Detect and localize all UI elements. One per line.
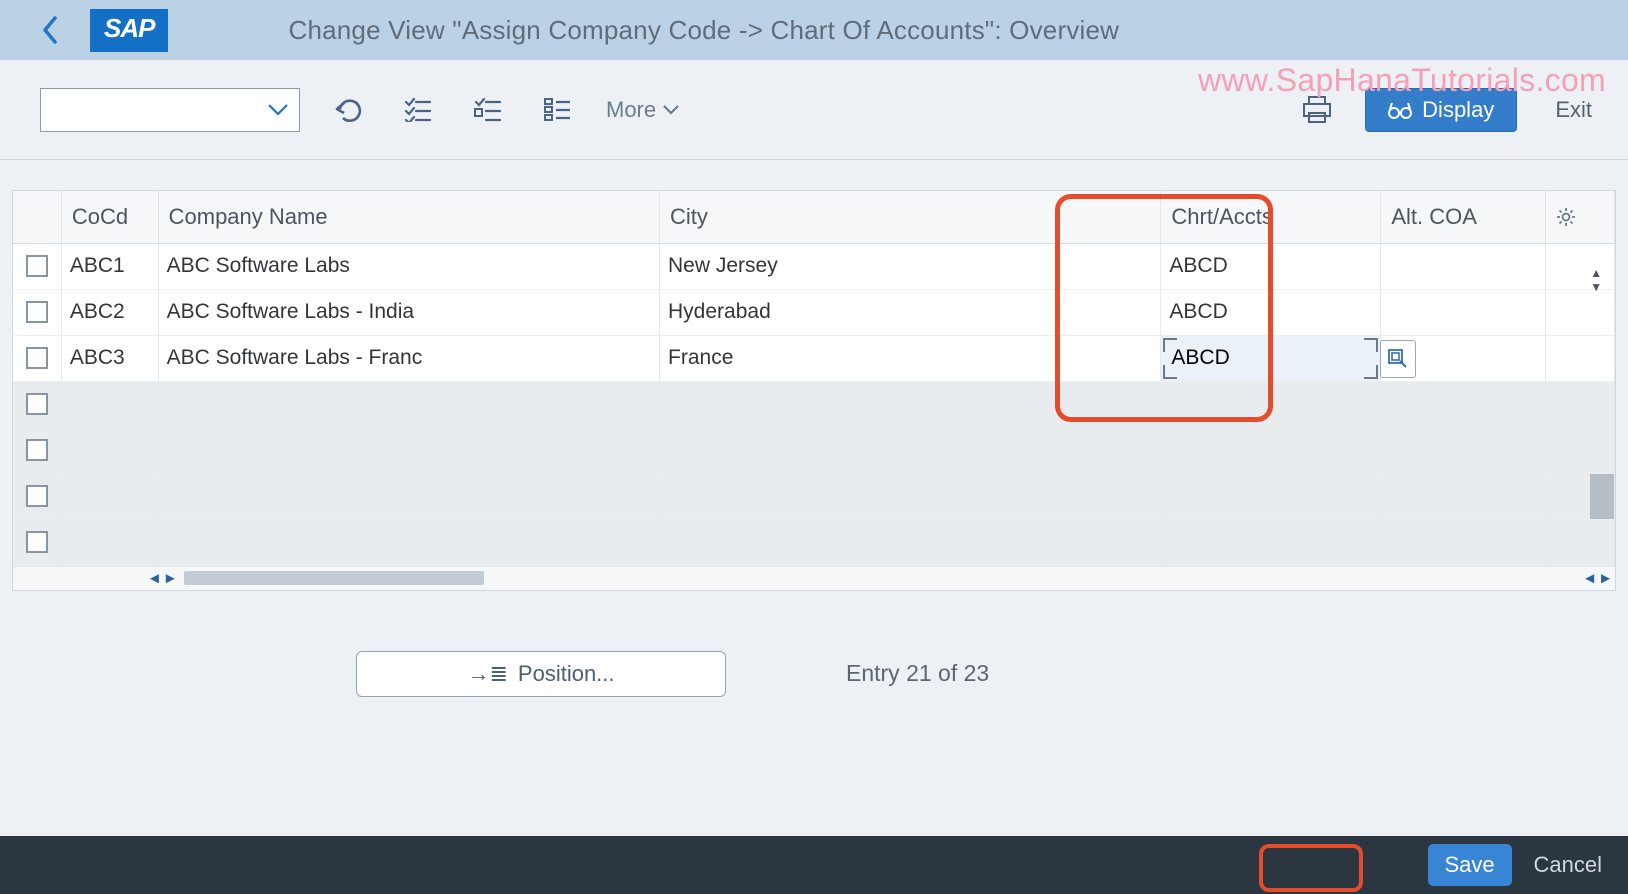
search-help-button[interactable] [1380, 340, 1416, 378]
gear-icon [1556, 207, 1576, 227]
cell-city[interactable]: France [660, 335, 1161, 381]
table-row[interactable]: ABC2ABC Software Labs - IndiaHyderabadAB… [13, 289, 1615, 335]
page-title: Change View "Assign Company Code -> Char… [288, 15, 1119, 46]
vertical-scroll-up[interactable]: ▲▼ [1590, 266, 1602, 294]
print-button[interactable] [1295, 88, 1339, 132]
search-help-icon [1388, 349, 1408, 369]
checklist-partial-icon [474, 98, 502, 122]
col-alt-coa[interactable]: Alt. COA [1381, 191, 1546, 243]
col-company[interactable]: Company Name [158, 191, 659, 243]
command-combo[interactable] [40, 88, 300, 132]
entry-counter: Entry 21 of 23 [846, 660, 989, 687]
shell-header: SAP Change View "Assign Company Code -> … [0, 0, 1628, 60]
col-cocd[interactable]: CoCd [61, 191, 158, 243]
display-button[interactable]: Display [1365, 88, 1517, 132]
cell-cocd[interactable]: ABC1 [61, 243, 158, 289]
grid-list-icon [544, 98, 572, 122]
row-checkbox[interactable] [26, 485, 48, 507]
row-checkbox[interactable] [26, 531, 48, 553]
toolbar: More Display Exit [0, 60, 1628, 160]
chrt-accts-input[interactable] [1169, 340, 1372, 376]
cell-cocd[interactable]: ABC3 [61, 335, 158, 381]
cell-company[interactable]: ABC Software Labs - Franc [158, 335, 659, 381]
save-button[interactable]: Save [1428, 844, 1512, 886]
row-checkbox[interactable] [26, 439, 48, 461]
checklist-icon [404, 98, 432, 122]
table-row[interactable]: ABC3ABC Software Labs - FrancFrance [13, 335, 1615, 381]
sap-logo: SAP [90, 9, 168, 52]
display-label: Display [1422, 97, 1494, 123]
table-row-empty[interactable] [13, 519, 1615, 565]
table-row-empty[interactable] [13, 473, 1615, 519]
deselect-all-button[interactable] [466, 88, 510, 132]
row-checkbox[interactable] [26, 255, 48, 277]
goto-icon: →≣ [467, 661, 507, 687]
more-label: More [606, 97, 656, 123]
exit-button[interactable]: Exit [1543, 97, 1604, 123]
more-menu[interactable]: More [606, 97, 680, 123]
chevron-down-icon [662, 104, 680, 116]
col-city[interactable]: City [660, 191, 1161, 243]
chevron-down-icon [267, 103, 289, 117]
row-checkbox[interactable] [26, 393, 48, 415]
row-checkbox[interactable] [26, 347, 48, 369]
chevron-left-icon [41, 16, 59, 44]
cell-city[interactable]: New Jersey [660, 243, 1161, 289]
table-row[interactable]: ABC1ABC Software LabsNew JerseyABCD▲▼ [13, 243, 1615, 289]
back-button[interactable] [30, 10, 70, 50]
cell-chrt-accts[interactable]: ABCD [1161, 243, 1381, 289]
cell-city[interactable]: Hyderabad [660, 289, 1161, 335]
table-settings[interactable] [1546, 191, 1591, 243]
undo-icon [333, 97, 363, 123]
assignment-table: CoCd Company Name City Chrt/Accts Alt. C… [12, 190, 1616, 591]
table-header-row: CoCd Company Name City Chrt/Accts Alt. C… [13, 191, 1615, 243]
undo-button[interactable] [326, 88, 370, 132]
select-all-button[interactable] [396, 88, 440, 132]
glasses-icon [1388, 99, 1412, 121]
cancel-button[interactable]: Cancel [1534, 852, 1602, 878]
cell-alt-coa[interactable] [1381, 289, 1546, 335]
cell-chrt-accts[interactable] [1161, 335, 1381, 381]
configure-button[interactable] [536, 88, 580, 132]
position-row: →≣ Position... Entry 21 of 23 [0, 591, 1628, 737]
annotation-highlight-save [1259, 844, 1363, 892]
col-chrt-accts[interactable]: Chrt/Accts [1161, 191, 1381, 243]
position-button[interactable]: →≣ Position... [356, 651, 726, 697]
table-row-empty[interactable] [13, 427, 1615, 473]
cell-cocd[interactable]: ABC2 [61, 289, 158, 335]
cell-chrt-accts[interactable]: ABCD [1161, 289, 1381, 335]
horizontal-scrollbar[interactable]: ◄► ◄► [13, 566, 1615, 590]
printer-icon [1302, 96, 1332, 124]
cell-company[interactable]: ABC Software Labs - India [158, 289, 659, 335]
table-row-empty[interactable] [13, 381, 1615, 427]
footer-bar: Save Cancel [0, 836, 1628, 894]
cell-company[interactable]: ABC Software Labs [158, 243, 659, 289]
row-checkbox[interactable] [26, 301, 48, 323]
cell-alt-coa[interactable] [1381, 243, 1546, 289]
